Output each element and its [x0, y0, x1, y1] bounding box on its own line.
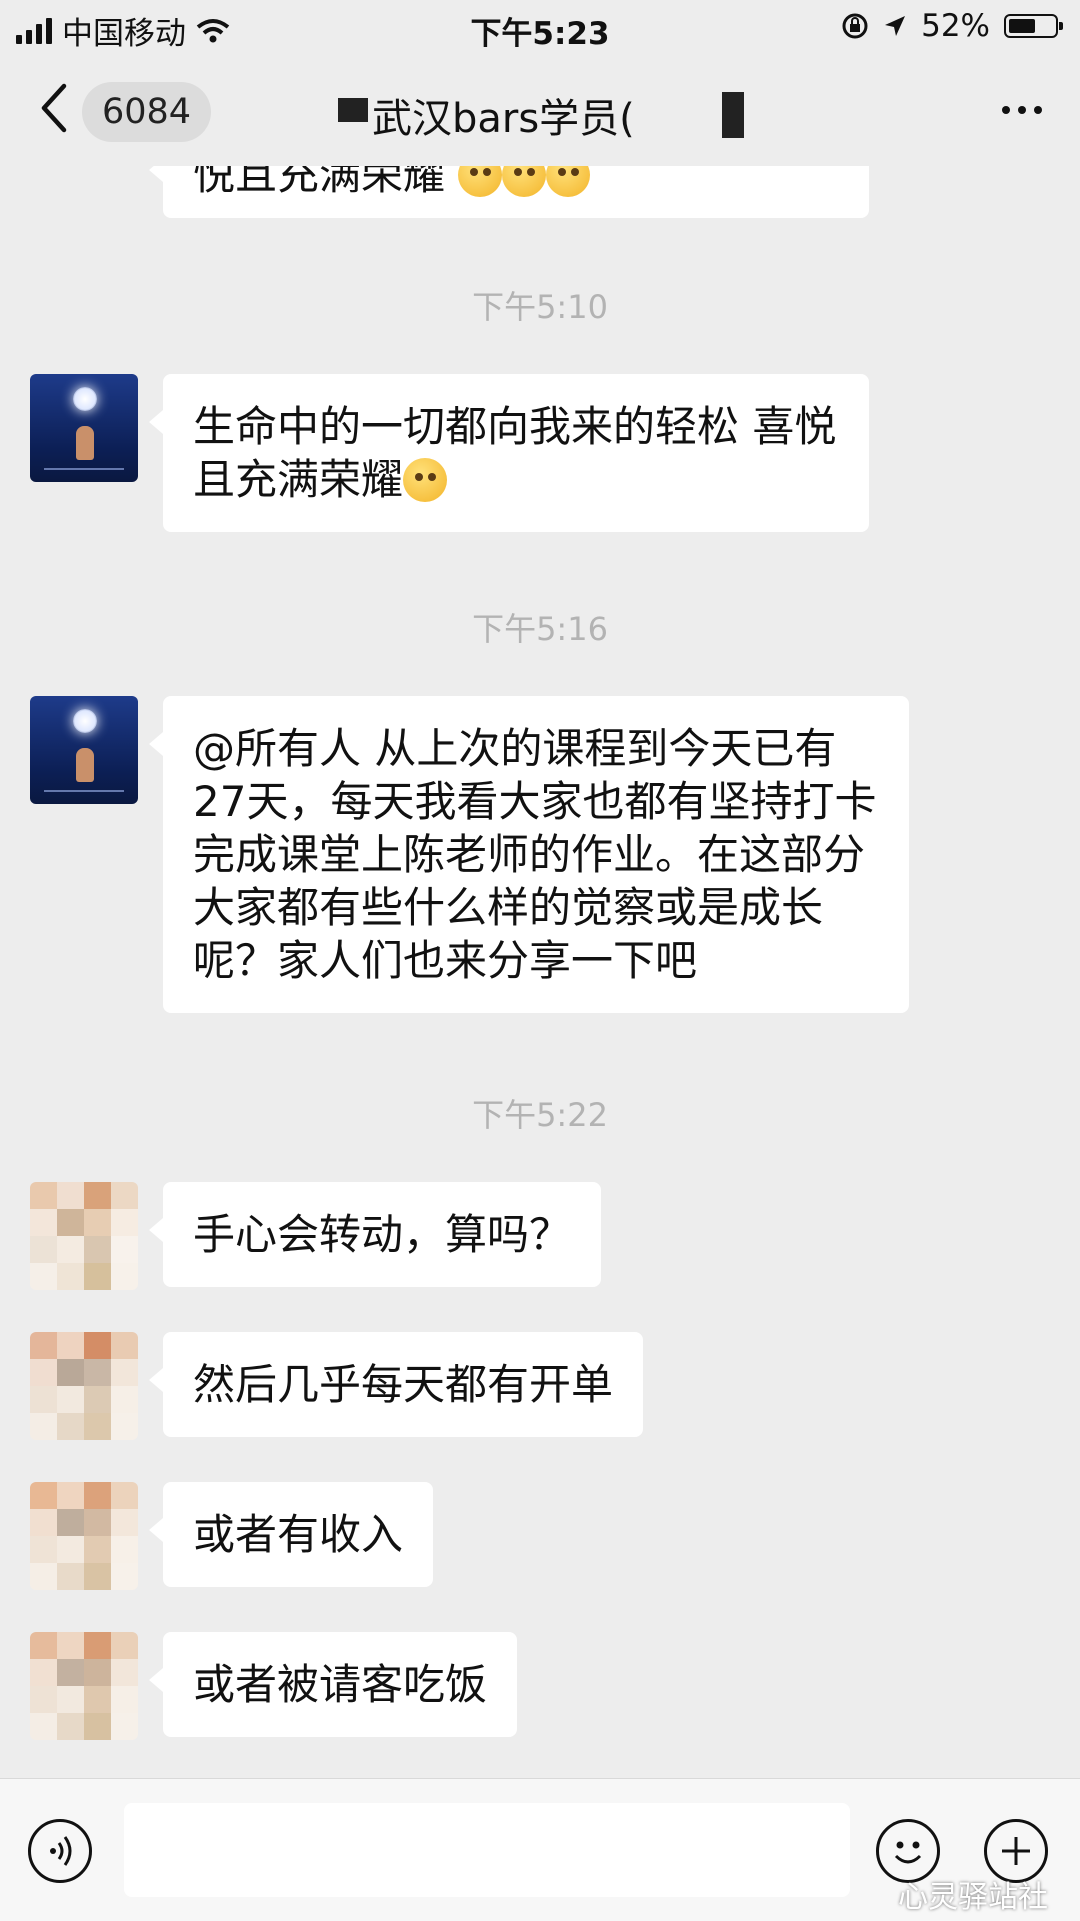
more-dots-icon[interactable]	[1002, 106, 1042, 114]
message-bubble[interactable]: @所有人 从上次的课程到今天已有27天，每天我看大家也都有坚持打卡完成课堂上陈老…	[149, 696, 909, 1013]
message-bubble[interactable]: 或者被请客吃饭	[148, 1632, 518, 1737]
message-text: 手心会转动，算吗？	[193, 1210, 572, 1259]
avatar[interactable]	[30, 374, 138, 482]
emoji-icon	[458, 166, 503, 197]
emoji-icon	[502, 166, 547, 197]
battery-icon	[1004, 14, 1063, 38]
message-text: 或者被请客吃饭	[193, 1660, 488, 1709]
avatar[interactable]	[30, 1332, 138, 1440]
watermark: 心灵驿站社	[898, 1880, 1048, 1915]
avatar[interactable]	[30, 696, 138, 804]
message-bubble[interactable]: 生命中的一切都向我来的轻松 喜悦且充满荣耀	[149, 374, 869, 532]
message-text: @所有人 从上次的课程到今天已有27天，每天我看大家也都有坚持打卡完成课堂上陈老…	[193, 724, 877, 985]
chat-header: 6084 武汉bars学员(	[0, 56, 1080, 166]
redaction-mark	[338, 98, 368, 122]
message-list[interactable]: 悦且充满荣耀 下午5:10 生命中的一切都向我来的轻松 喜悦且充满荣耀 下午5:…	[0, 166, 1080, 1778]
message-text: 或者有收入	[193, 1510, 404, 1559]
avatar[interactable]	[30, 1482, 138, 1590]
status-bar: 中国移动 下午5:23 52%	[0, 0, 1080, 56]
emoji-icon	[403, 458, 448, 502]
message-bubble[interactable]: 悦且充满荣耀	[149, 166, 869, 218]
emoji-icon	[546, 166, 591, 197]
avatar[interactable]	[30, 1632, 138, 1740]
message-bubble[interactable]: 或者有收入	[148, 1482, 434, 1587]
message-text: 然后几乎每天都有开单	[193, 1360, 614, 1409]
unread-count-badge[interactable]: 6084	[82, 82, 212, 142]
message-bubble[interactable]: 手心会转动，算吗？	[148, 1182, 602, 1287]
battery-percent: 52%	[921, 8, 990, 44]
message-bubble[interactable]: 然后几乎每天都有开单	[148, 1332, 644, 1437]
timestamp: 下午5:10	[472, 288, 608, 326]
message-text: 悦且充满荣耀	[193, 166, 446, 199]
timestamp: 下午5:22	[472, 1096, 608, 1134]
chat-title[interactable]: 武汉bars学员(	[372, 86, 635, 144]
redaction-mark	[722, 92, 744, 138]
orientation-lock-icon	[842, 13, 868, 39]
voice-icon[interactable]	[28, 1819, 92, 1883]
message-input[interactable]	[124, 1803, 850, 1897]
message-text: 生命中的一切都向我来的轻松 喜悦且充满荣耀	[193, 402, 837, 504]
timestamp: 下午5:16	[472, 610, 608, 648]
chevron-left-icon[interactable]	[38, 80, 68, 136]
location-arrow-icon	[885, 16, 906, 36]
avatar[interactable]	[30, 1182, 138, 1290]
